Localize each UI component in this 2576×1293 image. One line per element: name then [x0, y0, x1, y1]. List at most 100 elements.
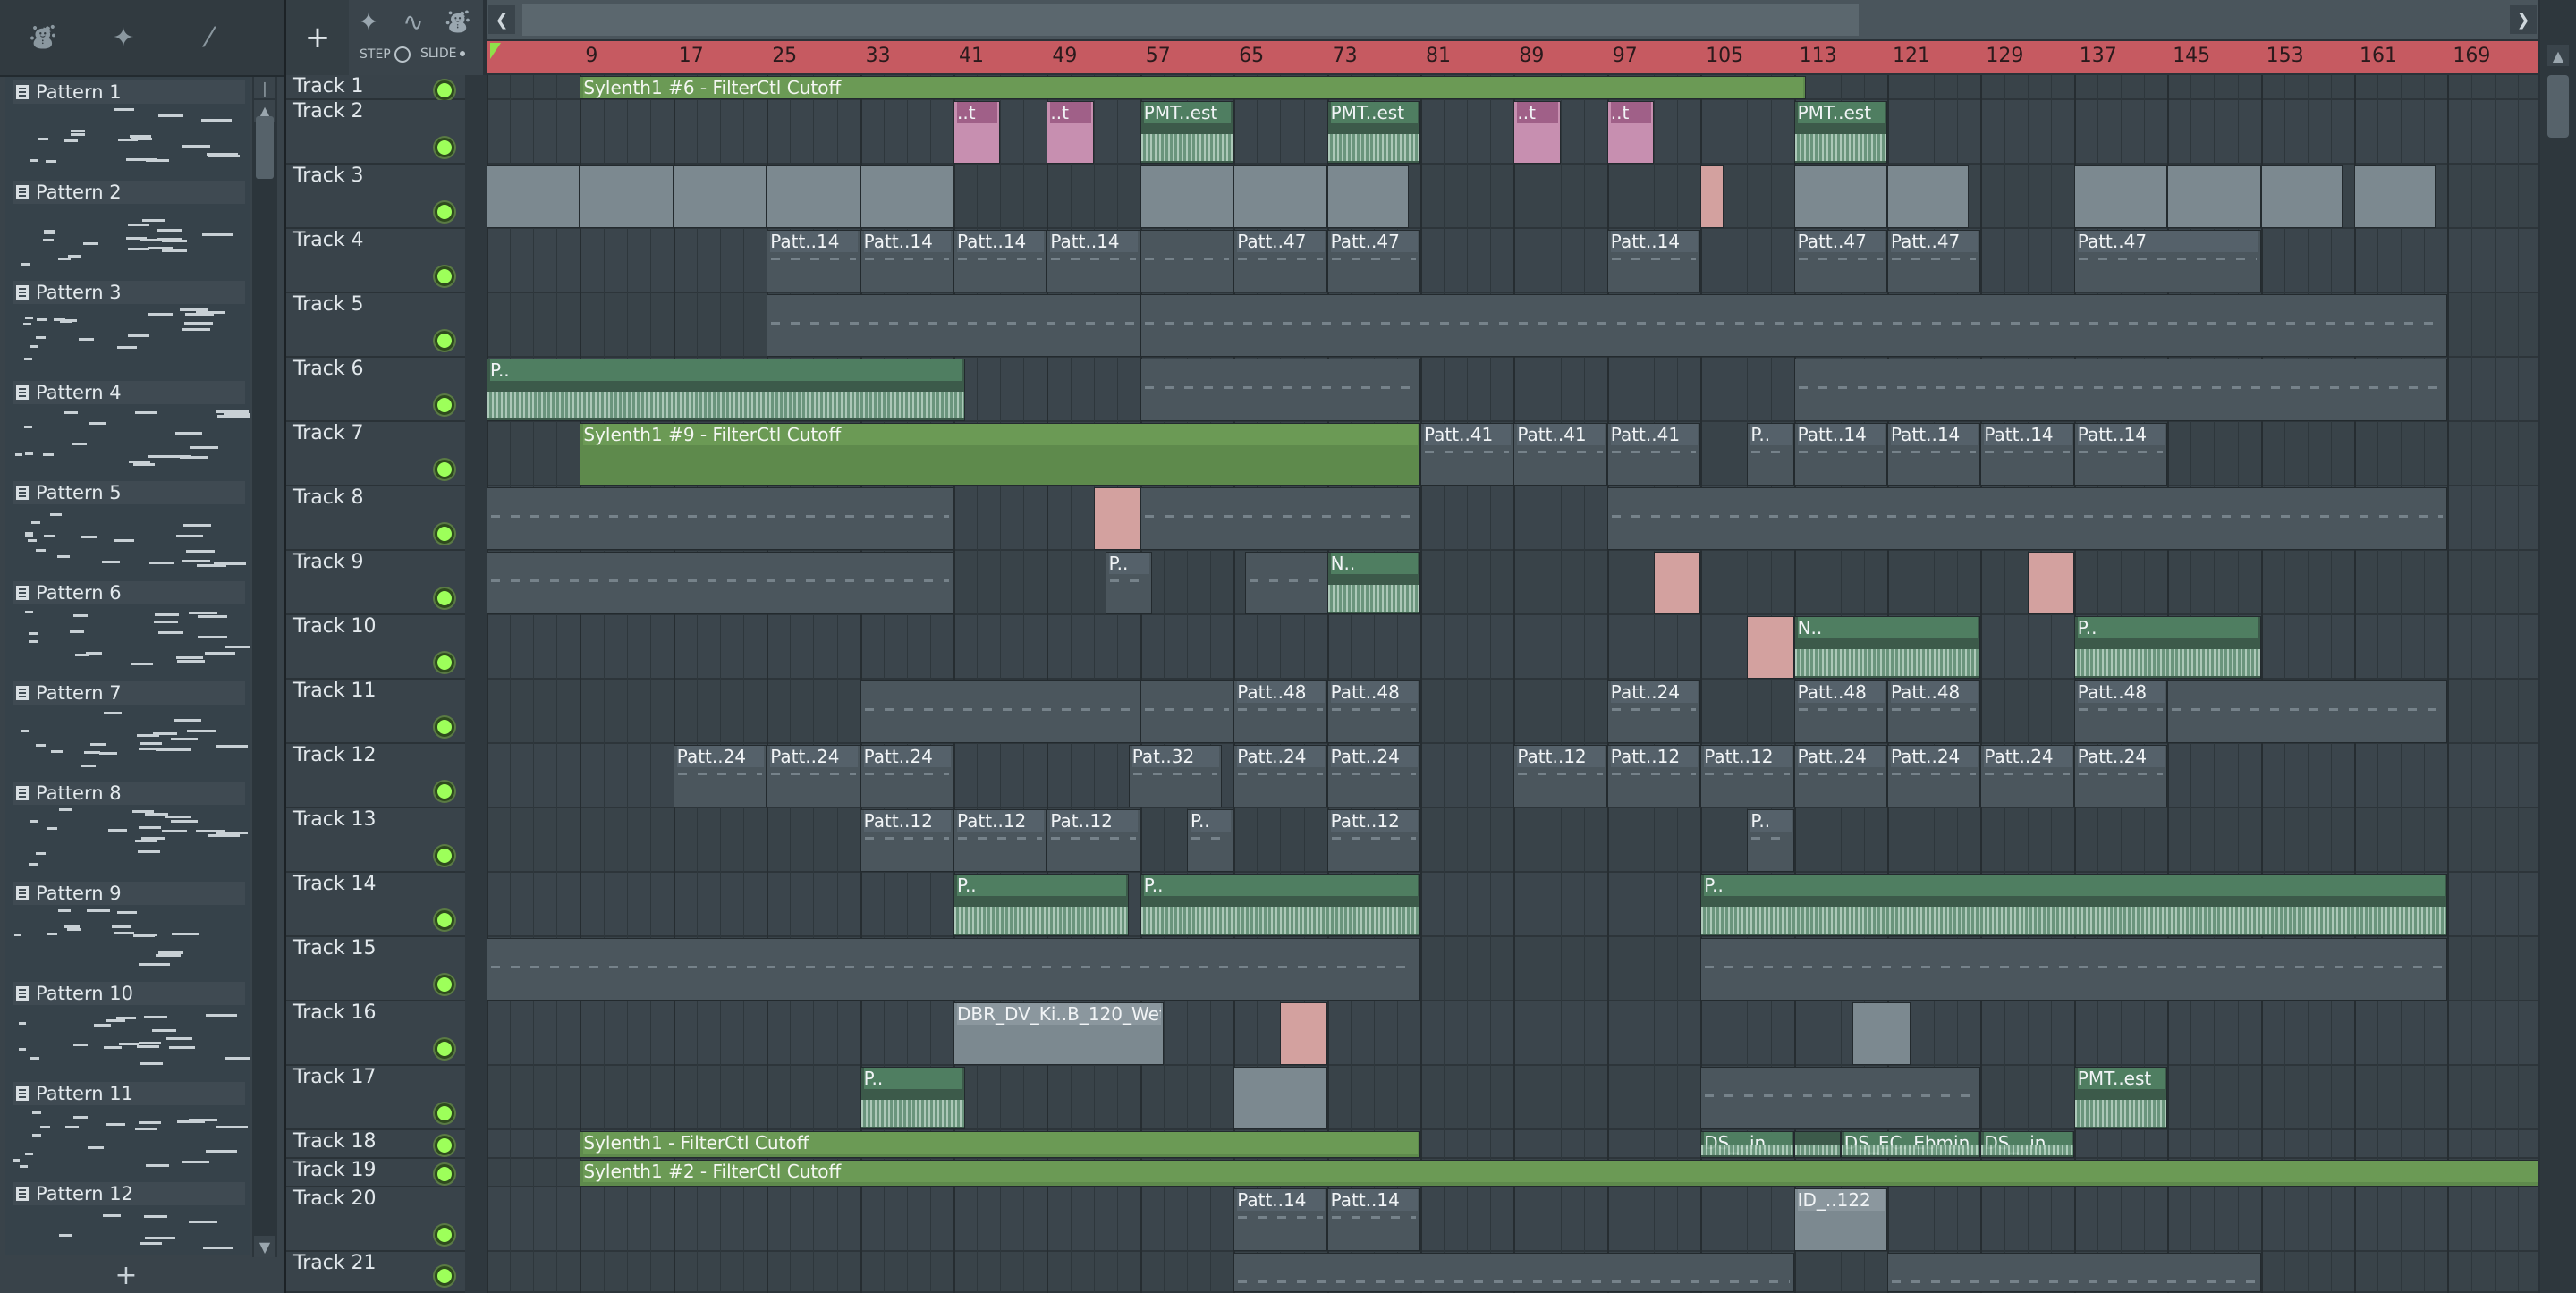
track-lane[interactable]	[487, 100, 2538, 165]
playlist-clip[interactable]: Patt..14	[1980, 423, 2074, 486]
track-mute-icon[interactable]	[435, 138, 454, 157]
track-header[interactable]: Track 16	[286, 1001, 465, 1066]
picker-scrollbar[interactable]: ❘ ▲ ▼	[252, 77, 277, 1257]
playlist-clip[interactable]: Patt..47	[1233, 230, 1327, 292]
playlist-clip[interactable]: P..	[487, 359, 966, 421]
song-overview[interactable]: ❮ ❯	[487, 0, 2538, 39]
playlist-clip[interactable]: P..	[1187, 809, 1234, 872]
playlist-clip[interactable]	[2027, 552, 2074, 614]
track-mute-icon[interactable]	[435, 266, 454, 286]
playlist-clip[interactable]	[1140, 680, 1234, 743]
add-pattern-button[interactable]: +	[0, 1257, 252, 1293]
playlist-clip[interactable]: DBR_DV_Ki..B_120_Wet	[953, 1002, 1164, 1065]
playlist-clip[interactable]: ..t	[953, 101, 1001, 164]
playlist-clip[interactable]: Patt..47	[1793, 230, 1887, 292]
track-mute-icon[interactable]	[435, 524, 454, 544]
overview-viewport[interactable]	[522, 4, 1859, 36]
playlist-clip[interactable]	[860, 165, 953, 228]
playlist-clip[interactable]: Patt..14	[1793, 423, 1887, 486]
track-header[interactable]: Track 2	[286, 100, 465, 165]
playlist-clip[interactable]: Patt..12	[1513, 745, 1607, 807]
track-header[interactable]: Track 3	[286, 165, 465, 229]
playlist-clip[interactable]: Patt..24	[860, 745, 953, 807]
track-header[interactable]: Track 15	[286, 937, 465, 1001]
track-mute-icon[interactable]	[435, 460, 454, 479]
playlist-clip[interactable]: Patt..48	[1887, 680, 1981, 743]
track-mute-icon[interactable]	[435, 1039, 454, 1059]
playlist-clip[interactable]: Patt..12	[860, 809, 953, 872]
playlist-clip[interactable]	[1700, 1067, 1981, 1129]
playlist-clip[interactable]: Patt..24	[1326, 745, 1420, 807]
playlist-clip[interactable]	[1326, 165, 1409, 228]
playlist-clip[interactable]	[1793, 165, 1887, 228]
pattern-item[interactable]: Pattern 2	[5, 177, 250, 279]
playlist-clip[interactable]: P..	[1140, 874, 1420, 936]
playlist-clip[interactable]: Patt..12	[1606, 745, 1701, 807]
track-mute-icon[interactable]	[435, 202, 454, 222]
track-mute-icon[interactable]	[435, 975, 454, 994]
track-mute-icon[interactable]	[435, 1164, 454, 1184]
step-toggle[interactable]: STEP	[360, 46, 411, 63]
playlist-clip[interactable]: P..	[2073, 616, 2261, 679]
playlist-clip[interactable]: Patt..14	[953, 230, 1047, 292]
playlist-clip[interactable]: ..t	[1046, 101, 1094, 164]
pattern-item[interactable]: Pattern 1	[5, 77, 250, 179]
playlist-clip[interactable]	[487, 938, 1420, 1001]
playlist-clip[interactable]	[860, 680, 1140, 743]
track-header[interactable]: Track 20	[286, 1187, 465, 1252]
picker-scroll-thumb[interactable]	[256, 116, 274, 179]
playlist-clip[interactable]: Patt..47	[2073, 230, 2261, 292]
playlist-clip[interactable]: Patt..41	[1606, 423, 1701, 486]
playlist-clip[interactable]: Sylenth1 #6 - FilterCtl Cutoff	[580, 76, 1806, 99]
track-mute-icon[interactable]	[435, 782, 454, 801]
playlist-clip[interactable]	[1793, 1131, 1841, 1158]
playlist-clip[interactable]: Patt..48	[1326, 680, 1420, 743]
playlist-clip[interactable]	[1887, 165, 1970, 228]
track-lane[interactable]	[487, 808, 2538, 873]
track-header[interactable]: Track 11	[286, 680, 465, 744]
playlist-clip[interactable]	[487, 487, 953, 550]
track-header[interactable]: Track 17	[286, 1066, 465, 1130]
track-header[interactable]: Track 10	[286, 615, 465, 680]
playlist-clip[interactable]: N..	[1793, 616, 1981, 679]
playlist-clip[interactable]: Patt..24	[767, 745, 860, 807]
timeline-ruler[interactable]: 9 17 25 33 41 49 57 65 73 81 89 97 105 113 121 129 137 14…	[487, 41, 2538, 73]
playlist-clip[interactable]: Sylenth1 #2 - FilterCtl Cutoff	[580, 1160, 2538, 1187]
track-header[interactable]: Track 14	[286, 873, 465, 937]
playlist-clip[interactable]: P..	[1747, 809, 1794, 872]
track-header[interactable]: Track 4	[286, 229, 465, 293]
pattern-item[interactable]: Pattern 3	[5, 277, 250, 379]
playlist-clip[interactable]: Patt..48	[2073, 680, 2168, 743]
playlist-clip[interactable]: P..	[953, 874, 1129, 936]
playlist-area[interactable]: Sylenth1 #6 - FilterCtl Cutoff ..t ..t PMT.…	[487, 75, 2538, 1293]
track-header[interactable]: Track 8	[286, 486, 465, 551]
track-header[interactable]: Track 12	[286, 744, 465, 808]
playlist-clip[interactable]	[1654, 552, 1701, 614]
playlist-clip[interactable]: Patt..14	[2073, 423, 2168, 486]
pattern-item[interactable]: Pattern 12	[5, 1179, 250, 1255]
playlist-clip[interactable]	[1280, 1002, 1327, 1065]
playlist-clip[interactable]	[1233, 165, 1327, 228]
playlist-scrollbar[interactable]: ▲	[2540, 0, 2576, 1293]
playlist-clip[interactable]: Patt..14	[767, 230, 860, 292]
scroll-left-icon[interactable]: ❮	[488, 5, 515, 34]
playlist-clip[interactable]: PMT..est	[1326, 101, 1420, 164]
playlist-clip[interactable]: Patt..14	[1326, 1188, 1420, 1251]
playlist-clip[interactable]: Patt..14	[1887, 423, 1981, 486]
playlist-clip[interactable]	[1606, 487, 2448, 550]
playlist-clip[interactable]: Pat..12	[1046, 809, 1140, 872]
track-header[interactable]: Track 5	[286, 293, 465, 358]
playlist-clip[interactable]: Patt..14	[1046, 230, 1140, 292]
curve-icon[interactable]: ∿	[395, 5, 431, 38]
slide-toggle[interactable]: SLIDE	[420, 46, 466, 61]
add-track-button[interactable]: +	[286, 0, 349, 75]
playlist-clip[interactable]	[767, 165, 860, 228]
playlist-clip[interactable]: Patt..48	[1233, 680, 1327, 743]
playlist-clip[interactable]: Patt..24	[1793, 745, 1887, 807]
playlist-clip[interactable]	[580, 165, 674, 228]
automation-icon[interactable]: ⁄	[174, 14, 245, 61]
track-header[interactable]: Track 18	[286, 1130, 465, 1159]
playlist-clip[interactable]	[2167, 165, 2261, 228]
track-mute-icon[interactable]	[435, 653, 454, 672]
playlist-clip[interactable]	[2167, 680, 2448, 743]
